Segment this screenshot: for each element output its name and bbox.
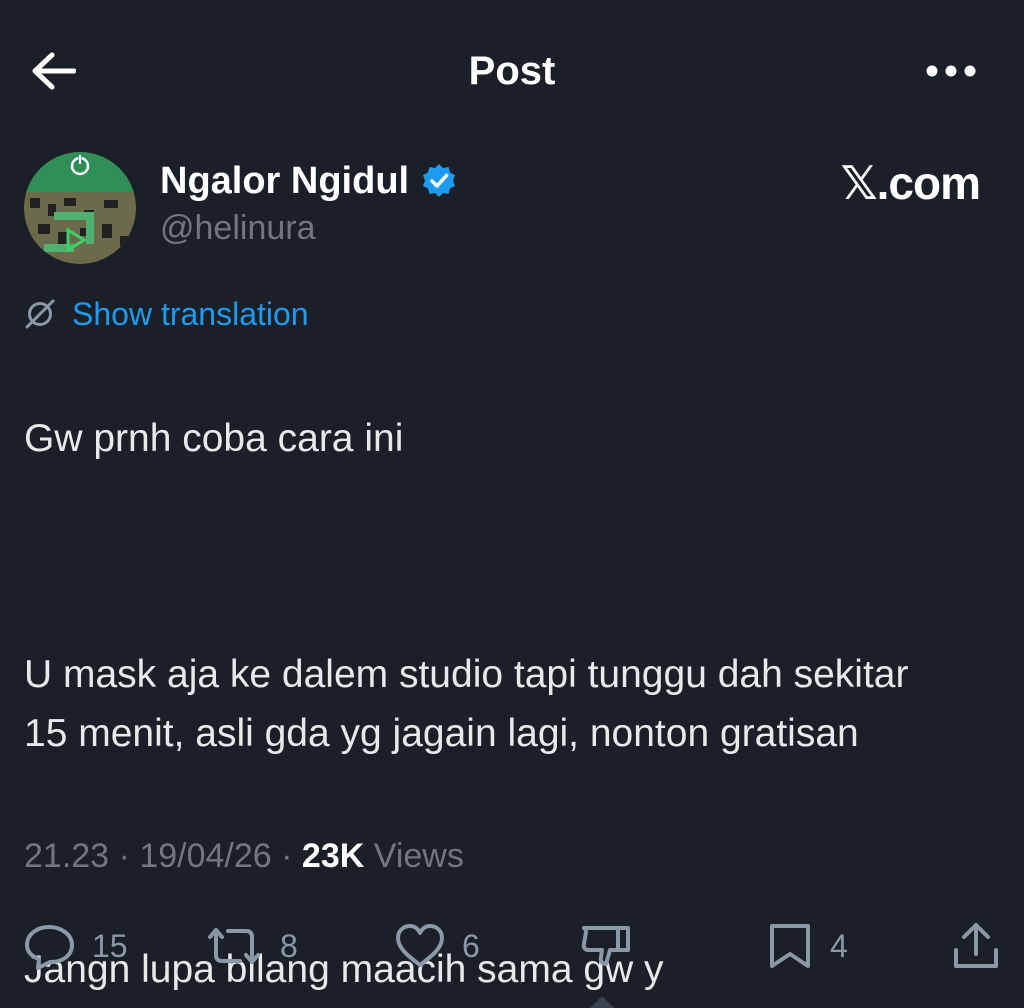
verified-badge-icon [421, 163, 457, 199]
reply-icon [25, 925, 74, 970]
page-title: Post [468, 49, 556, 93]
post-meta: 21.23 · 19/04/26 · 23K Views [24, 834, 464, 878]
post-time[interactable]: 21.23 [24, 837, 109, 875]
post-paragraph: U mask aja ke dalem studio tapi tunggu d… [24, 653, 909, 755]
show-translation-label: Show translation [72, 296, 309, 332]
brand-watermark: 𝕏.com [840, 157, 981, 209]
top-bar: Post [0, 0, 1024, 140]
meta-separator: · [281, 837, 293, 875]
author-name[interactable]: Ngalor Ngidul [160, 158, 457, 204]
reply-count: 15 [92, 927, 128, 964]
post-paragraph: Gw prnh coba cara ini [24, 417, 404, 460]
like-button[interactable]: 6 [392, 916, 480, 976]
scroll-indicator [590, 996, 614, 1008]
share-icon [954, 923, 998, 968]
more-horizontal-icon [926, 65, 976, 77]
show-translation-link[interactable]: Show translation [22, 292, 309, 336]
views-label: Views [373, 837, 464, 875]
avatar[interactable] [24, 152, 136, 264]
action-bar: 15 8 6 4 [0, 916, 1024, 976]
bookmark-count: 4 [830, 927, 848, 964]
bookmark-button[interactable]: 4 [764, 916, 848, 976]
avatar-image [24, 152, 136, 264]
share-button[interactable] [950, 916, 1002, 976]
thumbs-down-icon [581, 926, 630, 966]
author-handle[interactable]: @helinura [160, 206, 316, 250]
views-count[interactable]: 23K [302, 837, 364, 875]
repost-count: 8 [280, 927, 298, 964]
more-options-button[interactable] [925, 56, 977, 86]
globe-slash-icon [25, 299, 55, 329]
downvote-button[interactable] [578, 916, 634, 976]
author-name-text: Ngalor Ngidul [160, 160, 410, 202]
post-text: Gw prnh coba cara ini U mask aja ke dale… [24, 350, 984, 1008]
bookmark-icon [770, 924, 810, 968]
post-date[interactable]: 19/04/26 [139, 837, 271, 875]
like-count: 6 [462, 927, 480, 964]
repost-button[interactable]: 8 [202, 916, 298, 976]
repost-icon [208, 928, 260, 964]
meta-separator: · [118, 837, 130, 875]
reply-button[interactable]: 15 [22, 916, 128, 976]
heart-icon [396, 924, 444, 967]
